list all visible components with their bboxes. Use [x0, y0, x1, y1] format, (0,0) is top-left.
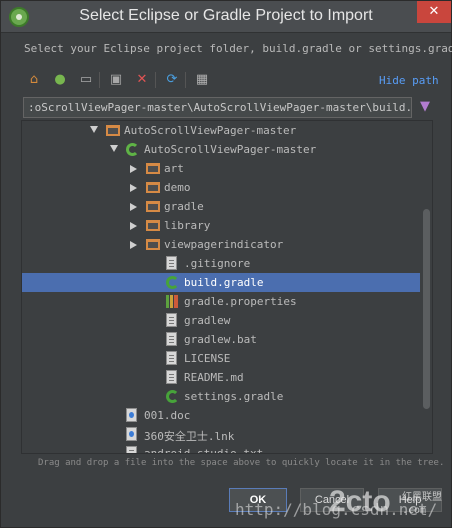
tree-row-label: README.md — [184, 371, 244, 384]
tree-row[interactable]: .gitignore — [22, 254, 420, 273]
tree-row[interactable]: gradlew.bat — [22, 330, 420, 349]
tree-row[interactable]: README.md — [22, 368, 420, 387]
toolbar-separator — [155, 72, 156, 88]
instruction-text: Select your Eclipse project folder, buil… — [24, 42, 452, 55]
folder-icon — [146, 163, 160, 174]
tree-row-label: android-studio.txt — [144, 447, 264, 454]
watermark-logo: 2cto — [329, 485, 391, 518]
tree-row[interactable]: gradlew — [22, 311, 420, 330]
close-button[interactable]: ✕ — [417, 1, 451, 23]
file-icon — [166, 351, 177, 365]
file-icon — [126, 446, 137, 453]
expand-arrow-icon[interactable] — [130, 241, 137, 249]
tree-row-label: art — [164, 162, 184, 175]
doc-file-icon — [126, 408, 137, 422]
collapse-arrow-icon[interactable] — [90, 126, 98, 133]
expand-arrow-icon[interactable] — [130, 184, 137, 192]
folder-icon — [106, 125, 120, 136]
expand-arrow-icon[interactable] — [130, 203, 137, 211]
watermark-logo-subtitle: 红黑联盟 .com — [402, 491, 442, 517]
tree-row-label: gradle.properties — [184, 295, 297, 308]
module-icon — [126, 143, 139, 156]
folder-icon[interactable]: ▭ — [77, 71, 95, 89]
folder-icon — [146, 220, 160, 231]
dialog-title: Select Eclipse or Gradle Project to Impo… — [79, 7, 373, 24]
collapse-arrow-icon[interactable] — [110, 145, 118, 152]
tree-row[interactable]: demo — [22, 178, 420, 197]
file-tree[interactable]: AutoScrollViewPager-master AutoScrollView… — [21, 120, 433, 454]
file-icon — [166, 332, 177, 346]
refresh-icon[interactable]: ⟳ — [163, 71, 181, 89]
import-dialog: Select Eclipse or Gradle Project to Impo… — [0, 0, 452, 528]
tree-row-label: .gitignore — [184, 257, 251, 270]
tree-row[interactable]: viewpagerindicator — [22, 235, 420, 254]
expand-arrow-icon[interactable] — [130, 222, 137, 230]
tree-row[interactable]: AutoScrollViewPager-master — [22, 121, 420, 140]
tree-row[interactable]: 001.doc — [22, 406, 420, 425]
tree-row[interactable]: AutoScrollViewPager-master — [22, 140, 420, 159]
tree-row-label: viewpagerindicator — [164, 238, 284, 251]
file-icon — [166, 256, 177, 270]
file-icon — [166, 370, 177, 384]
watermark-subtitle-line2: .com — [402, 505, 427, 516]
title-bar[interactable]: Select Eclipse or Gradle Project to Impo… — [1, 1, 451, 33]
tree-row[interactable]: LICENSE — [22, 349, 420, 368]
toolbar-separator — [99, 72, 100, 88]
tree-row-label: AutoScrollViewPager-master — [144, 143, 317, 156]
gradle-icon — [166, 390, 179, 403]
properties-icon — [166, 295, 178, 308]
file-chooser-toolbar: ⌂ ● ▭ ▣ ✕ ⟳ ▦ Hide path — [23, 69, 439, 91]
new-folder-icon[interactable]: ▣ — [107, 71, 125, 89]
tree-row-label: library — [164, 219, 211, 232]
delete-icon[interactable]: ✕ — [133, 71, 151, 89]
tree-row-label: gradlew — [184, 314, 231, 327]
tree-row[interactable]: 360安全卫士.lnk — [22, 425, 420, 444]
tree-row[interactable]: library — [22, 216, 420, 235]
show-hidden-icon[interactable]: ▦ — [193, 71, 211, 89]
tree-row-label: 001.doc — [144, 409, 191, 422]
drag-drop-hint: Drag and drop a file into the space abov… — [38, 458, 445, 468]
watermark-subtitle-line1: 红黑联盟 — [402, 492, 442, 503]
tree-row[interactable]: settings.gradle — [22, 387, 420, 406]
tree-row[interactable]: gradle — [22, 197, 420, 216]
shortcut-file-icon — [126, 427, 137, 441]
expand-arrow-icon[interactable] — [130, 165, 137, 173]
android-icon[interactable]: ● — [51, 71, 69, 89]
hide-path-link[interactable]: Hide path — [379, 74, 439, 87]
file-icon — [166, 313, 177, 327]
gradle-icon — [166, 276, 179, 289]
tree-row-label: gradle — [164, 200, 204, 213]
path-history-icon[interactable]: ▼ — [418, 98, 432, 116]
tree-row[interactable]: gradle.properties — [22, 292, 420, 311]
tree-row-label: demo — [164, 181, 191, 194]
toolbar-separator — [185, 72, 186, 88]
tree-row[interactable]: android-studio.txt — [22, 444, 420, 454]
tree-row-label: gradlew.bat — [184, 333, 257, 346]
folder-icon — [146, 239, 160, 250]
tree-row-label: 360安全卫士.lnk — [144, 430, 235, 443]
tree-row[interactable]: art — [22, 159, 420, 178]
tree-row-label: settings.gradle — [184, 390, 284, 403]
scrollbar-thumb[interactable] — [423, 209, 430, 409]
tree-row-label: LICENSE — [184, 352, 231, 365]
home-icon[interactable]: ⌂ — [25, 71, 43, 89]
tree-row-label: build.gradle — [184, 276, 264, 289]
tree-row-label: AutoScrollViewPager-master — [124, 124, 297, 137]
tree-row[interactable]: build.gradle — [22, 273, 420, 292]
folder-icon — [146, 182, 160, 193]
path-input[interactable]: :oScrollViewPager-master\AutoScrollViewP… — [23, 97, 412, 118]
folder-icon — [146, 201, 160, 212]
